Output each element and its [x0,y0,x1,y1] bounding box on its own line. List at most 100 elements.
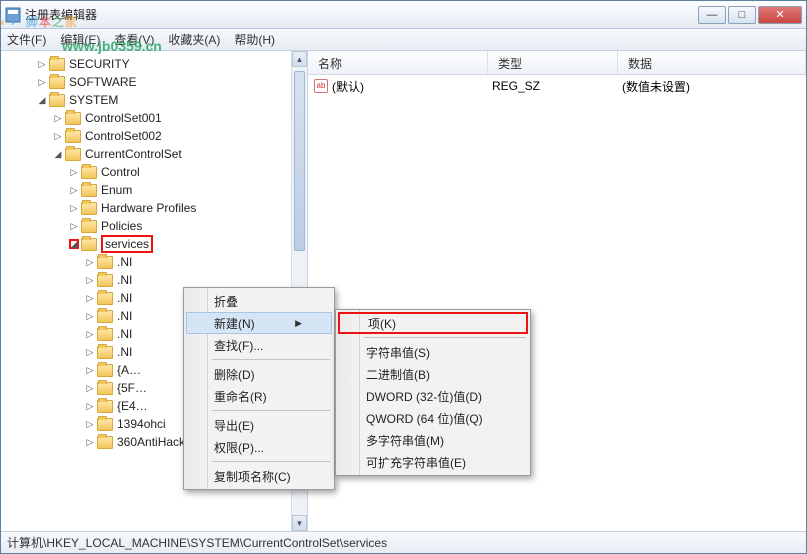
collapse-icon[interactable]: ◢ [69,239,79,249]
expand-icon[interactable]: ▷ [85,275,95,285]
folder-icon [65,130,81,143]
tree-item-currentcontrolset[interactable]: ◢CurrentControlSet [5,145,307,163]
folder-icon [81,202,97,215]
folder-icon [97,346,113,359]
ctx-rename[interactable]: 重命名(R) [186,385,332,407]
tree-item-security[interactable]: ▷SECURITY [5,55,307,73]
status-path: 计算机\HKEY_LOCAL_MACHINE\SYSTEM\CurrentCon… [7,534,387,551]
folder-icon [97,310,113,323]
expand-icon[interactable]: ▷ [53,113,63,123]
folder-icon [81,238,97,251]
ctx-new-qword[interactable]: QWORD (64 位)值(Q) [338,407,528,429]
string-value-icon: ab [314,79,328,93]
menubar: 文件(F) 编辑(E) 查看(V) 收藏夹(A) 帮助(H) [1,29,806,51]
ctx-copy-key-name[interactable]: 复制项名称(C) [186,465,332,487]
tree-item-system[interactable]: ◢SYSTEM [5,91,307,109]
expand-icon[interactable]: ▷ [85,401,95,411]
titlebar: 注册表编辑器 — □ ✕ [1,1,806,29]
col-type[interactable]: 类型 [488,51,618,74]
menu-file[interactable]: 文件(F) [7,31,46,48]
ctx-new-binary[interactable]: 二进制值(B) [338,363,528,385]
folder-icon [97,328,113,341]
window-title: 注册表编辑器 [25,6,696,23]
folder-icon [81,166,97,179]
minimize-button[interactable]: — [698,6,726,24]
expand-icon[interactable]: ▷ [69,203,79,213]
close-button[interactable]: ✕ [758,6,802,24]
ctx-permissions[interactable]: 权限(P)... [186,436,332,458]
folder-icon [81,184,97,197]
context-submenu-new: 项(K) 字符串值(S) 二进制值(B) DWORD (32-位)值(D) QW… [335,309,531,476]
collapse-icon[interactable]: ◢ [53,149,63,159]
menu-favorites[interactable]: 收藏夹(A) [168,31,220,48]
expand-icon[interactable]: ▷ [85,365,95,375]
scroll-up-icon[interactable]: ▲ [292,51,307,67]
expand-icon[interactable]: ▷ [85,257,95,267]
col-data[interactable]: 数据 [618,51,806,74]
ctx-new-expandstring[interactable]: 可扩充字符串值(E) [338,451,528,473]
menu-edit[interactable]: 编辑(E) [60,31,100,48]
tree-item-controlset002[interactable]: ▷ControlSet002 [5,127,307,145]
expand-icon[interactable]: ▷ [85,329,95,339]
scroll-thumb[interactable] [294,71,305,251]
tree-item[interactable]: ▷.NI [5,253,307,271]
ctx-collapse[interactable]: 折叠 [186,290,332,312]
tree-item-services[interactable]: ◢services [5,235,307,253]
context-menu: 折叠 新建(N)▶ 查找(F)... 删除(D) 重命名(R) 导出(E) 权限… [183,287,335,490]
folder-icon [49,58,65,71]
tree-item-enum[interactable]: ▷Enum [5,181,307,199]
expand-icon[interactable]: ▷ [85,437,95,447]
ctx-new-key[interactable]: 项(K) [338,312,528,334]
ctx-find[interactable]: 查找(F)... [186,334,332,356]
folder-icon [97,382,113,395]
expand-icon[interactable]: ▷ [85,311,95,321]
tree-item-software[interactable]: ▷SOFTWARE [5,73,307,91]
ctx-new-multistring[interactable]: 多字符串值(M) [338,429,528,451]
menu-help[interactable]: 帮助(H) [234,31,275,48]
folder-icon [97,400,113,413]
menu-separator [212,359,330,360]
expand-icon[interactable]: ▷ [85,347,95,357]
tree-item-controlset001[interactable]: ▷ControlSet001 [5,109,307,127]
menu-view[interactable]: 查看(V) [114,31,154,48]
list-header: 名称 类型 数据 [308,51,806,75]
expand-icon[interactable]: ▷ [69,221,79,231]
folder-icon [65,112,81,125]
col-name[interactable]: 名称 [308,51,488,74]
expand-icon[interactable]: ▷ [37,77,47,87]
menu-separator [364,337,526,338]
scroll-down-icon[interactable]: ▼ [292,515,307,531]
maximize-button[interactable]: □ [728,6,756,24]
tree-item-policies[interactable]: ▷Policies [5,217,307,235]
ctx-new[interactable]: 新建(N)▶ [186,312,332,334]
ctx-export[interactable]: 导出(E) [186,414,332,436]
folder-icon [97,364,113,377]
ctx-new-string[interactable]: 字符串值(S) [338,341,528,363]
submenu-arrow-icon: ▶ [295,318,302,329]
expand-icon[interactable]: ▷ [69,167,79,177]
expand-icon[interactable]: ▷ [85,419,95,429]
expand-icon[interactable]: ▷ [85,293,95,303]
folder-icon [97,274,113,287]
value-data: (数值未设置) [622,78,802,95]
menu-separator [212,410,330,411]
app-icon [5,7,21,23]
ctx-new-dword[interactable]: DWORD (32-位)值(D) [338,385,528,407]
folder-icon [49,94,65,107]
expand-icon[interactable]: ▷ [37,59,47,69]
value-name: (默认) [332,78,364,95]
collapse-icon[interactable]: ◢ [37,95,47,105]
menu-separator [212,461,330,462]
list-row-default[interactable]: ab(默认) REG_SZ (数值未设置) [312,77,802,95]
expand-icon[interactable]: ▷ [69,185,79,195]
folder-icon [97,418,113,431]
folder-icon [97,256,113,269]
statusbar: 计算机\HKEY_LOCAL_MACHINE\SYSTEM\CurrentCon… [1,531,806,553]
ctx-delete[interactable]: 删除(D) [186,363,332,385]
folder-icon [97,436,113,449]
tree-item-control[interactable]: ▷Control [5,163,307,181]
tree-item-hardware-profiles[interactable]: ▷Hardware Profiles [5,199,307,217]
expand-icon[interactable]: ▷ [85,383,95,393]
folder-icon [81,220,97,233]
expand-icon[interactable]: ▷ [53,131,63,141]
